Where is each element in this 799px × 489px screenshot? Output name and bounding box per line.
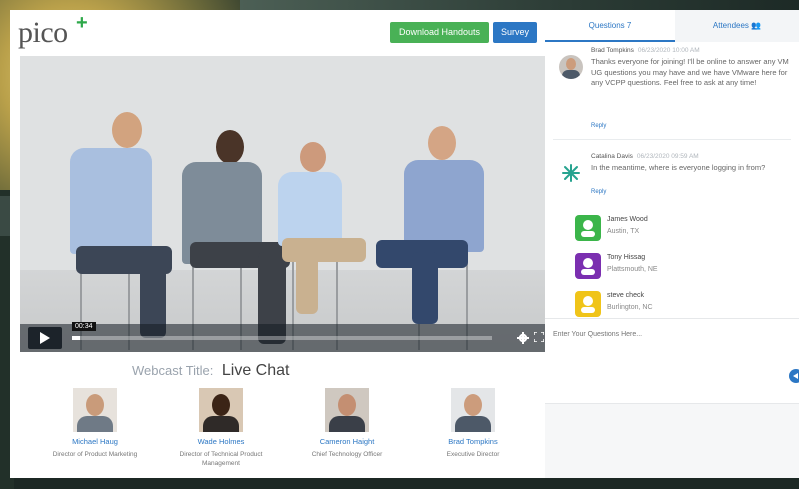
speaker-role: Chief Technology Officer <box>311 451 383 458</box>
attendee-item: Tony Hissag Plattsmouth, NE <box>575 251 775 281</box>
message-text: In the meantime, where is everyone loggi… <box>591 163 766 172</box>
attendee-item: steve check Burlington, NC <box>575 289 775 318</box>
reply-link[interactable]: Reply <box>591 123 606 129</box>
speaker-name[interactable]: Brad Tompkins <box>418 437 528 446</box>
message-author-name: Catalina Davis <box>591 153 633 160</box>
speaker-name[interactable]: Michael Haug <box>40 437 150 446</box>
chat-feed[interactable]: Brad Tompkins 06/23/2020 10:00 AM Thanks … <box>545 43 799 318</box>
speaker-role: Executive Director <box>446 451 500 458</box>
attendee-location: Austin, TX <box>607 228 640 235</box>
attendee-item: James Wood Austin, TX <box>575 213 775 243</box>
tab-questions[interactable]: Questions 7 <box>545 10 675 42</box>
speaker-card: Wade Holmes Director of Technical Produc… <box>166 388 276 468</box>
play-button[interactable] <box>28 327 62 349</box>
speaker-role: Director of Product Marketing <box>52 451 138 458</box>
sunburst-icon <box>562 164 580 182</box>
speaker-list: Michael Haug Director of Product Marketi… <box>40 388 540 478</box>
avatar <box>559 55 583 79</box>
message-time: 06/23/2020 10:00 AM <box>637 47 700 54</box>
webcast-title-label: Webcast Title: <box>132 363 214 378</box>
attendee-avatar-icon <box>575 215 601 241</box>
speaker-name[interactable]: Cameron Haight <box>292 437 402 446</box>
chat-tabs: Questions 7 Attendees 👥 <box>545 10 799 42</box>
chat-message: Catalina Davis 06/23/2020 09:59 AM In the… <box>545 147 799 207</box>
attendee-name: steve check <box>607 292 644 299</box>
webcast-title-value: Live Chat <box>221 362 290 379</box>
message-time: 06/23/2020 09:59 AM <box>636 153 699 160</box>
attendee-location: Plattsmouth, NE <box>607 266 658 273</box>
speaker-card: Michael Haug Director of Product Marketi… <box>40 388 150 459</box>
video-player[interactable]: 00:34 <box>20 56 546 352</box>
chat-panel: Questions 7 Attendees 👥 Brad Tompkins 06/… <box>545 10 799 478</box>
reply-link[interactable]: Reply <box>591 189 606 195</box>
pico-logo-plus: + <box>76 12 88 34</box>
speaker-card: Cameron Haight Chief Technology Officer <box>292 388 402 459</box>
speaker-role: Director of Technical Product Management <box>179 451 263 467</box>
avatar <box>451 388 495 432</box>
speaker-card: Brad Tompkins Executive Director <box>418 388 528 459</box>
download-handouts-button[interactable]: Download Handouts <box>390 22 489 43</box>
speaker-name[interactable]: Wade Holmes <box>166 437 276 446</box>
attendee-location: Burlington, NC <box>607 304 653 311</box>
message-author: Catalina Davis 06/23/2020 09:59 AM <box>591 153 699 160</box>
video-timestamp: 00:34 <box>72 322 96 331</box>
panel-footer <box>545 404 799 478</box>
question-compose <box>545 318 799 404</box>
survey-button[interactable]: Survey <box>493 22 537 43</box>
header-bar: pico + Download Handouts Survey <box>10 10 548 56</box>
webcast-page: pico + Download Handouts Survey 00:34 We… <box>10 10 548 478</box>
video-controls: 00:34 <box>20 322 546 352</box>
gear-icon[interactable] <box>517 332 529 344</box>
avatar <box>559 161 583 185</box>
message-author: Brad Tompkins 06/23/2020 10:00 AM <box>591 47 700 54</box>
avatar <box>199 388 243 432</box>
attendee-avatar-icon <box>575 253 601 279</box>
chat-message: Brad Tompkins 06/23/2020 10:00 AM Thanks … <box>545 43 799 135</box>
play-icon <box>40 332 50 344</box>
background-bottom <box>14 478 799 489</box>
message-text: Thanks everyone for joining! I'll be onl… <box>591 57 789 87</box>
divider <box>553 139 791 140</box>
question-input[interactable] <box>553 327 785 341</box>
video-progress-fill <box>72 336 81 340</box>
attendee-name: Tony Hissag <box>607 254 646 261</box>
attendee-name: James Wood <box>607 216 648 223</box>
send-button[interactable] <box>789 369 799 383</box>
avatar <box>325 388 369 432</box>
message-author-name: Brad Tompkins <box>591 47 634 54</box>
webcast-title: Webcast Title: Live Chat <box>132 362 432 382</box>
attendee-avatar-icon <box>575 291 601 317</box>
avatar <box>73 388 117 432</box>
pico-logo: pico <box>18 16 68 49</box>
tab-attendees[interactable]: Attendees 👥 <box>675 10 799 42</box>
send-icon <box>793 373 798 379</box>
fullscreen-icon[interactable] <box>534 332 544 342</box>
video-progress-bar[interactable] <box>72 336 492 340</box>
